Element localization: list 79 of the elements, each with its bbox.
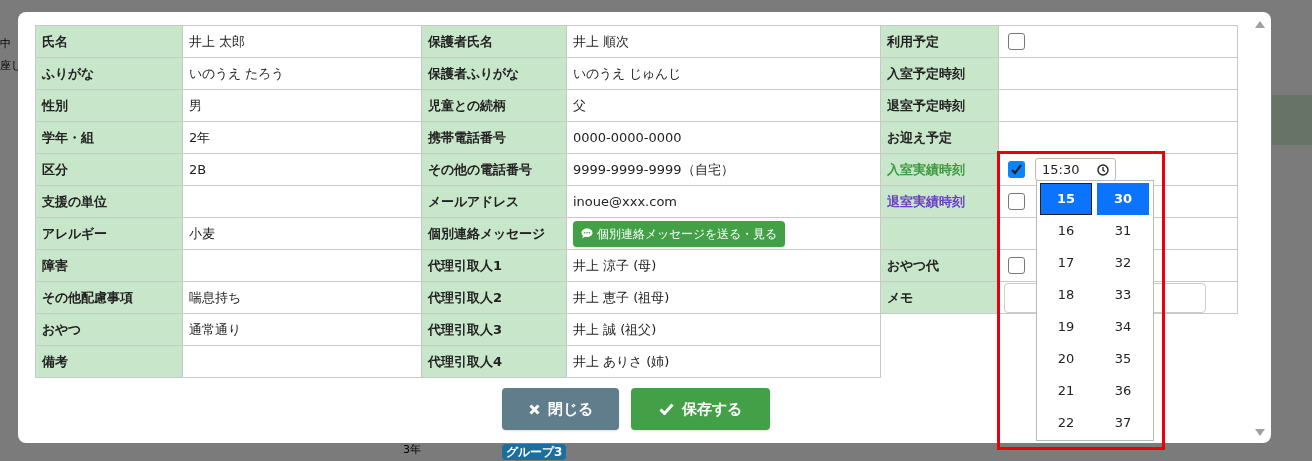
- checkbox[interactable]: [1008, 257, 1025, 274]
- time-option[interactable]: 19: [1040, 311, 1092, 343]
- field-value: 井上 順次: [567, 26, 881, 58]
- field-label: 区分: [36, 154, 183, 186]
- field-value: いのうえ たろう: [183, 58, 422, 90]
- clock-icon: [1097, 163, 1109, 176]
- scroll-up-icon[interactable]: [1255, 21, 1265, 28]
- field-value: 井上 恵子 (祖母): [567, 282, 881, 314]
- field-label: おやつ: [36, 314, 183, 346]
- time-option[interactable]: 18: [1040, 279, 1092, 311]
- field-label: 入室実績時刻: [881, 154, 999, 186]
- field-label: 学年・組: [36, 122, 183, 154]
- time-option[interactable]: 32: [1097, 247, 1149, 279]
- checkbox[interactable]: [1008, 193, 1025, 210]
- field-label: 性別: [36, 90, 183, 122]
- group-badge: グループ3: [502, 444, 567, 460]
- check-icon: [659, 403, 674, 415]
- time-option[interactable]: 21: [1040, 375, 1092, 407]
- field-label: 保護者ふりがな: [422, 58, 567, 90]
- field-value: 井上 太郎: [183, 26, 422, 58]
- field-label: その他配慮事項: [36, 282, 183, 314]
- field-value: 父: [567, 90, 881, 122]
- field-label: 保護者氏名: [422, 26, 567, 58]
- chat-icon: [581, 228, 593, 239]
- time-option[interactable]: 22: [1040, 407, 1092, 439]
- field-label: 退室実績時刻: [881, 186, 999, 218]
- field-label: 児童との続柄: [422, 90, 567, 122]
- close-icon: [528, 403, 540, 415]
- background-text: 3年: [403, 444, 421, 455]
- field-value: 小麦: [183, 218, 422, 250]
- time-option[interactable]: 34: [1097, 311, 1149, 343]
- field-value: 2B: [183, 154, 422, 186]
- background-band: [1272, 95, 1312, 145]
- field-label: 障害: [36, 250, 183, 282]
- checkbox[interactable]: [1008, 33, 1025, 50]
- field-value: 井上 誠 (祖父): [567, 314, 881, 346]
- field-label: 利用予定: [881, 26, 999, 58]
- field-label: 携帯電話番号: [422, 122, 567, 154]
- field-label: 氏名: [36, 26, 183, 58]
- field-value: 井上 涼子 (母): [567, 250, 881, 282]
- field-value: 9999-9999-9999（自宅）: [567, 154, 881, 186]
- time-option[interactable]: 20: [1040, 343, 1092, 375]
- field-label: ふりがな: [36, 58, 183, 90]
- field-label: 代理引取人3: [422, 314, 567, 346]
- field-value: 喘息持ち: [183, 282, 422, 314]
- time-option[interactable]: 31: [1097, 215, 1149, 247]
- time-option[interactable]: 15: [1040, 183, 1092, 215]
- time-option[interactable]: 16: [1040, 215, 1092, 247]
- field-value: 井上 ありさ (姉): [567, 346, 881, 378]
- close-button[interactable]: 閉じる: [502, 388, 619, 430]
- field-value: 男: [183, 90, 422, 122]
- time-option[interactable]: 36: [1097, 375, 1149, 407]
- field-label: 支援の単位: [36, 186, 183, 218]
- scroll-down-icon[interactable]: [1255, 429, 1265, 436]
- field-label: 退室予定時刻: [881, 90, 999, 122]
- field-value: いのうえ じゅんじ: [567, 58, 881, 90]
- field-label: お迎え予定: [881, 122, 999, 154]
- field-value: 通常通り: [183, 314, 422, 346]
- time-option[interactable]: 35: [1097, 343, 1149, 375]
- field-value: inoue@xxx.com: [567, 186, 881, 218]
- field-label: その他の電話番号: [422, 154, 567, 186]
- field-value: 0000-0000-0000: [567, 122, 881, 154]
- field-label: おやつ代: [881, 250, 999, 282]
- field-label: 代理引取人4: [422, 346, 567, 378]
- field-label: 代理引取人1: [422, 250, 567, 282]
- background-text: 中: [0, 38, 11, 49]
- time-option[interactable]: 30: [1097, 183, 1149, 215]
- field-label: 備考: [36, 346, 183, 378]
- field-label: アレルギー: [36, 218, 183, 250]
- field-label: メモ: [881, 282, 999, 314]
- field-value: 2年: [183, 122, 422, 154]
- checkbox[interactable]: [1008, 161, 1025, 178]
- field-label: 代理引取人2: [422, 282, 567, 314]
- field-label: 入室予定時刻: [881, 58, 999, 90]
- time-option[interactable]: 37: [1097, 407, 1149, 439]
- time-option[interactable]: 33: [1097, 279, 1149, 311]
- field-label: メールアドレス: [422, 186, 567, 218]
- time-option[interactable]: 17: [1040, 247, 1092, 279]
- field-label: 個別連絡メッセージ: [422, 218, 567, 250]
